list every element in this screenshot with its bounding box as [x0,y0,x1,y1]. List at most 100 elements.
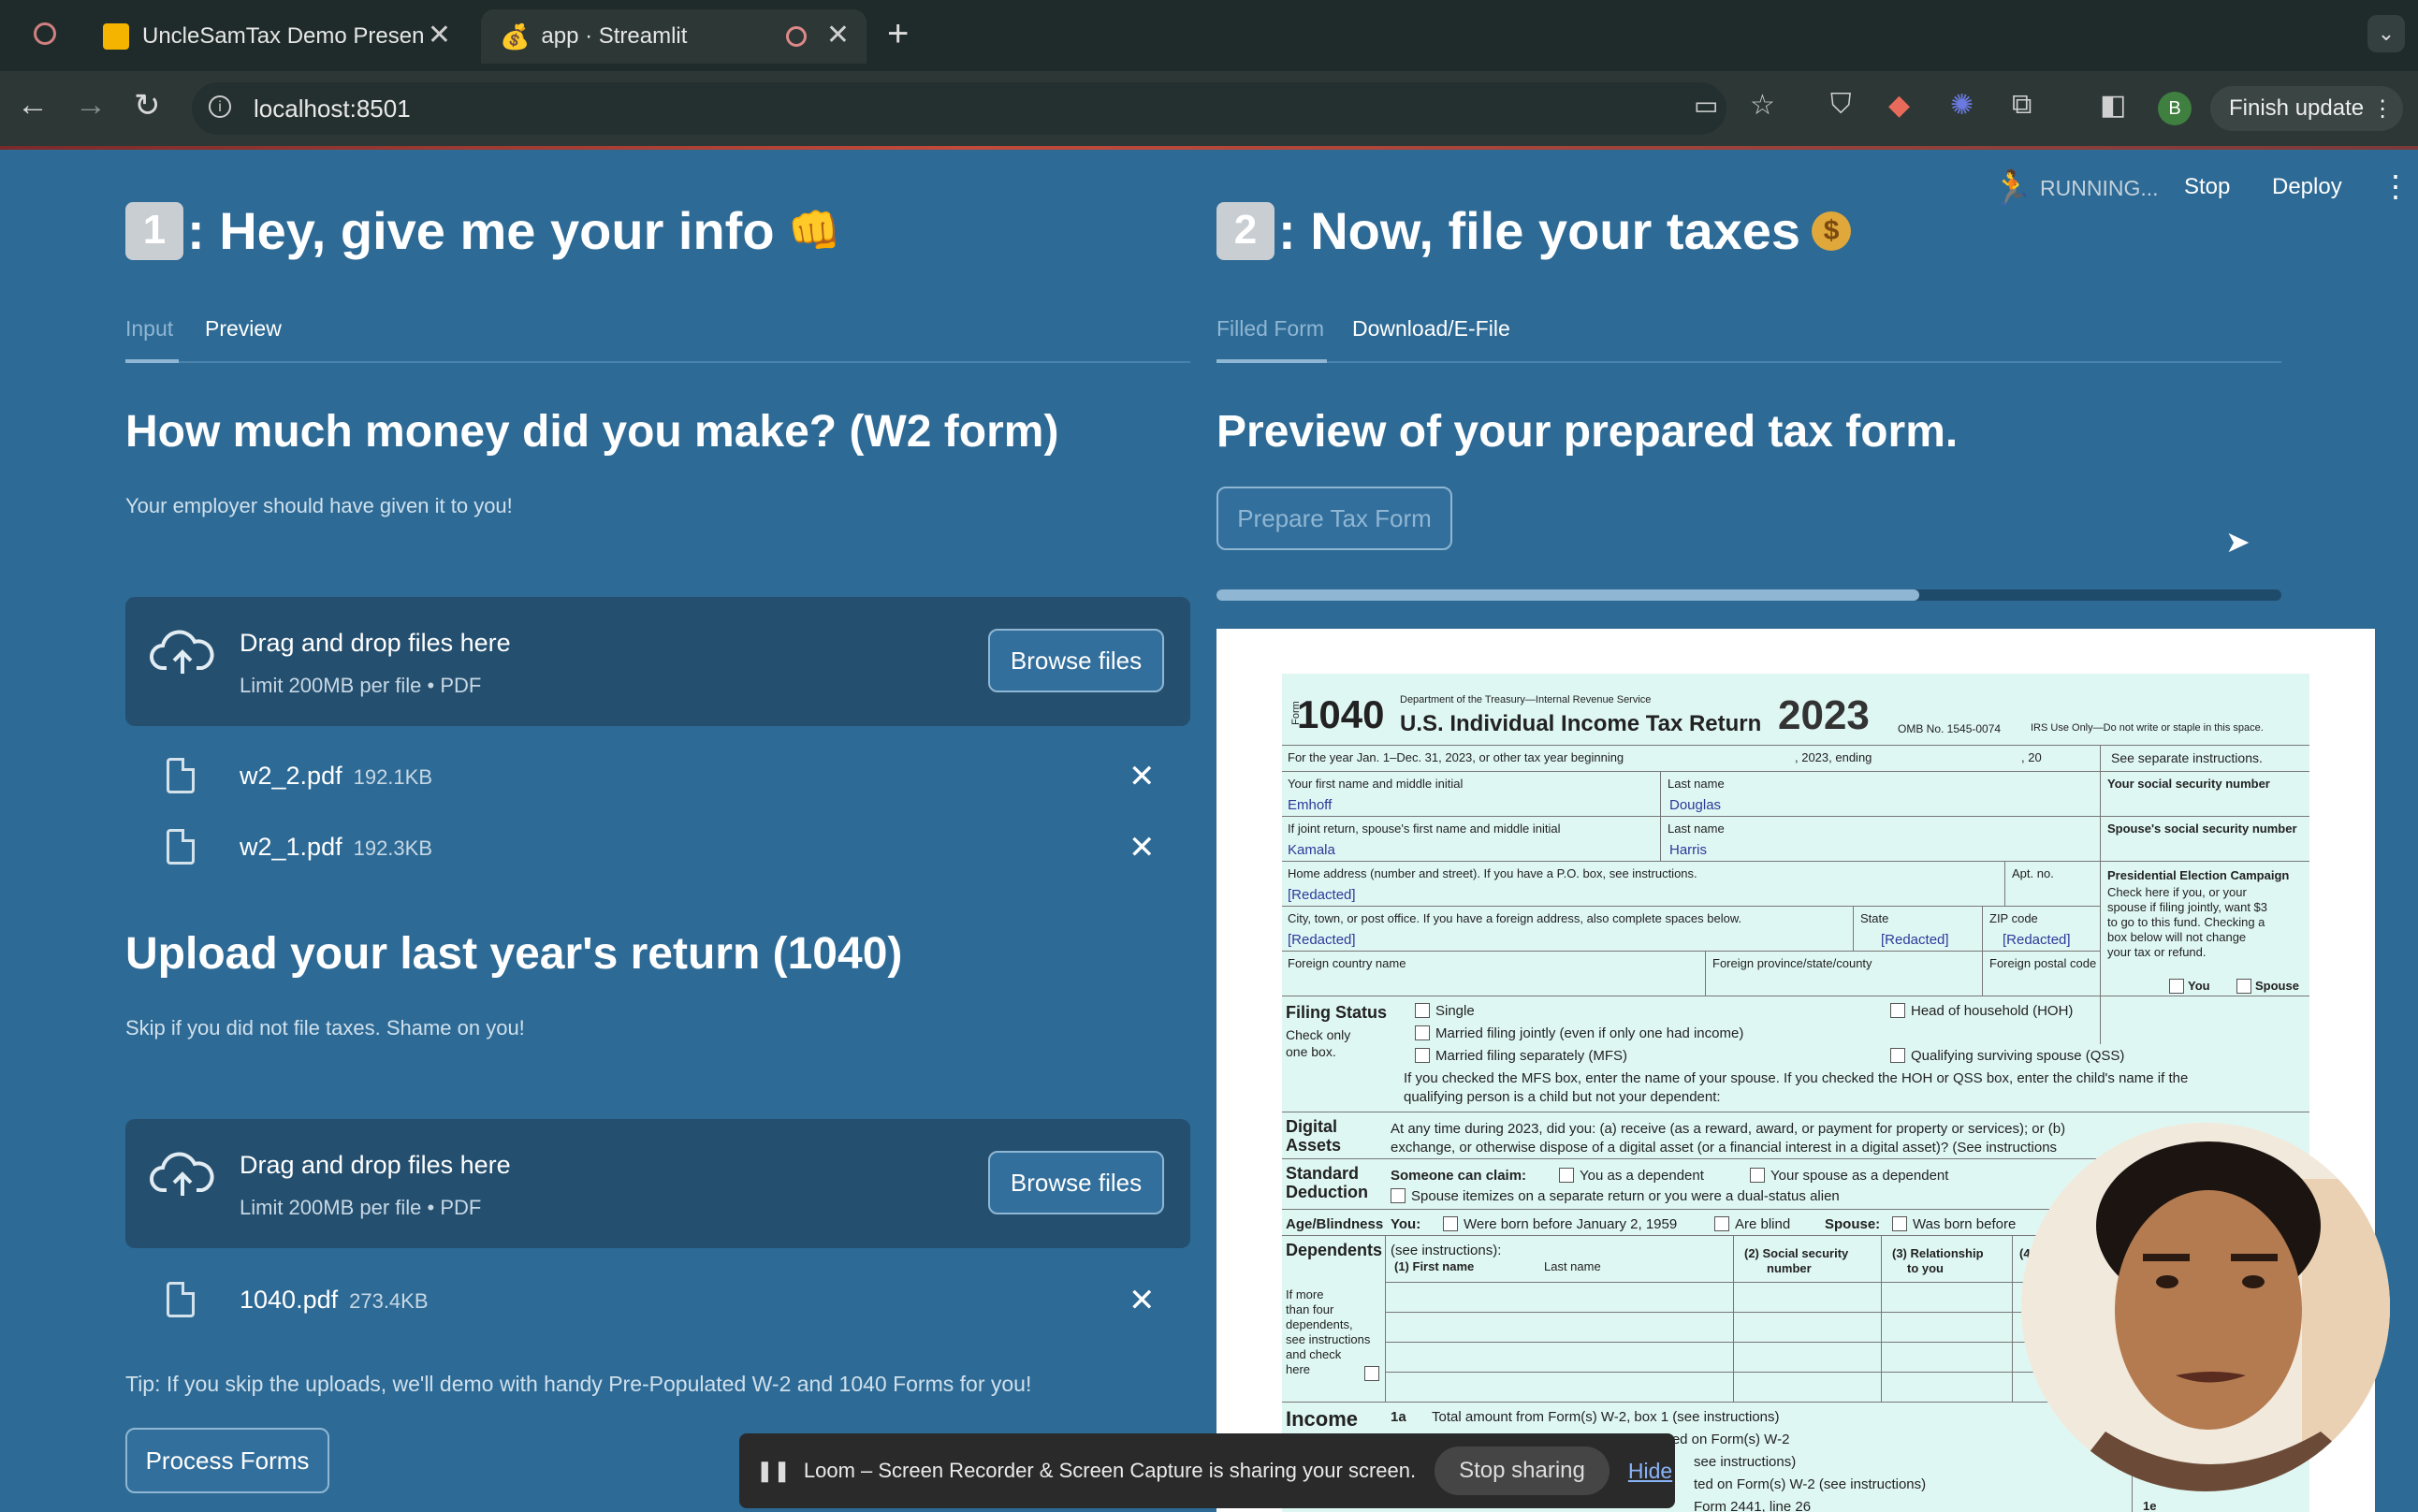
deploy-button[interactable]: Deploy [2272,174,2342,200]
file-icon [167,1282,195,1317]
close-icon[interactable]: ✕ [428,19,451,51]
drop-label: Drag and drop files here [240,1151,511,1179]
uploaded-file-row: w2_2.pdf 192.1KB ✕ [125,749,1190,805]
shield-extension-icon[interactable]: ⛉ [1830,89,1852,121]
running-status: RUNNING... [2040,176,2159,200]
stop-button[interactable]: Stop [2184,174,2230,200]
webcam-bubble [2021,1123,2390,1491]
process-forms-button[interactable]: Process Forms [125,1428,329,1493]
remove-file-icon[interactable]: ✕ [1129,758,1156,795]
side-panel-icon[interactable]: ◧ [2100,89,2126,122]
digital-assets-label: Digital [1286,1117,1338,1136]
first-name-label: Your first name and middle initial [1288,777,1464,791]
puzzle-extensions-icon[interactable]: ⧉ [2012,89,2032,121]
last-name-value: Douglas [1669,797,1722,813]
tab-streamlit[interactable]: 💰 app · Streamlit ✕ [481,9,867,64]
ending-text: , 2023, ending [1795,750,1872,764]
line-1a-text: Total amount from Form(s) W-2, box 1 (se… [1432,1409,1780,1425]
profile-avatar[interactable]: B [2158,92,2192,125]
digital-assets-label: Assets [1286,1136,1342,1155]
age-blindness-label: Age/Blindness [1286,1216,1384,1232]
stop-sharing-button[interactable]: Stop sharing [1435,1447,1610,1495]
site-info-icon[interactable]: i [209,95,231,118]
tab-filled-form[interactable]: Filled Form [1216,316,1324,342]
if-more-text: and check [1286,1347,1342,1361]
year-line: For the year Jan. 1–Dec. 31, 2023, or ot… [1288,750,1624,764]
province-label: Foreign province/state/county [1712,956,1872,970]
spouse-name-label: If joint return, spouse's first name and… [1288,821,1561,836]
file-name: w2_1.pdf [240,833,342,861]
comma20-text: , 20 [2021,750,2042,764]
f1040-file-uploader[interactable]: Drag and drop files here Limit 200MB per… [125,1119,1190,1248]
pec-spouse-label: Spouse [2255,979,2299,993]
fs-mfj-label: Married filing jointly (even if only one… [1435,1025,1744,1041]
finish-update-button[interactable]: Finish update ⋮ [2210,86,2403,131]
apt-label: Apt. no. [2012,866,2054,880]
tab-search-icon[interactable]: ⌄ [2367,15,2405,52]
you-dependent-label: You as a dependent [1580,1168,1704,1184]
f1040-caption: Skip if you did not file taxes. Shame on… [125,1016,525,1040]
hide-link[interactable]: Hide [1628,1459,1672,1484]
tab-underline [125,361,1190,363]
pec-text: to go to this fund. Checking a [2107,915,2265,929]
browse-files-button[interactable]: Browse files [988,1151,1164,1214]
w2-section-title: How much money did you make? (W2 form) [125,407,1059,457]
more-dependents-checkbox [1364,1366,1379,1381]
tab-unclesamtax[interactable]: UncleSamTax Demo Presenta ✕ [94,9,468,64]
forward-icon[interactable]: → [75,87,107,124]
if-more-text: see instructions [1286,1332,1371,1346]
moneybag-icon: 💰 [500,22,531,51]
fs-single-label: Single [1435,1003,1475,1019]
someone-can-claim: Someone can claim: [1391,1168,1527,1184]
progress-bar-track [1216,589,2281,601]
if-more-text: than four [1286,1302,1334,1316]
spouse-first-value: Kamala [1288,842,1335,858]
new-tab-icon[interactable]: + [887,13,909,55]
record-icon[interactable] [34,22,56,45]
loom-extension-icon[interactable]: ◆ [1888,89,1910,122]
dep-relationship-col: (3) Relationship [1892,1246,1984,1260]
close-icon[interactable]: ✕ [826,19,850,51]
dep-ssn-col: (2) Social security [1744,1246,1849,1260]
born-before-checkbox [1443,1216,1458,1231]
fs-note: If you checked the MFS box, enter the na… [1404,1070,2189,1086]
main-menu-icon[interactable]: ⋮ [2381,168,2411,204]
fs-hoh-checkbox [1890,1003,1905,1018]
line-1a-num: 1a [1391,1409,1406,1425]
slides-icon [103,23,129,50]
tab-download-efile[interactable]: Download/E-File [1352,316,1510,342]
prepare-tax-form-button[interactable]: Prepare Tax Form [1216,487,1452,550]
spouse-born-label: Was born before [1913,1216,2017,1232]
line-1e-num: 1e [2143,1499,2157,1512]
spouse-last-value: Harris [1669,842,1707,858]
spouse-born-checkbox [1892,1216,1907,1231]
handshake-icon: 👊 [787,206,841,254]
dep-ssn-col: number [1767,1261,1812,1275]
address-value: [Redacted] [1288,887,1356,903]
sharing-text: Loom – Screen Recorder & Screen Capture … [803,1459,1417,1482]
tab-input[interactable]: Input [125,316,173,342]
remove-file-icon[interactable]: ✕ [1129,829,1156,866]
form-title: U.S. Individual Income Tax Return [1400,711,1762,736]
uploaded-file-row: w2_1.pdf 192.3KB ✕ [125,820,1190,876]
w2-file-uploader[interactable]: Drag and drop files here Limit 200MB per… [125,597,1190,726]
zip-value: [Redacted] [2003,932,2071,948]
pause-icon[interactable]: ❚❚ [756,1459,791,1483]
fs-note: qualifying person is a child but not you… [1404,1089,1721,1105]
camera-icon[interactable]: ▭ [1694,90,1718,121]
file-icon [167,758,195,793]
bookmark-star-icon[interactable]: ☆ [1750,89,1775,122]
address-bar[interactable]: i localhost:8501 ▭ [192,82,1726,135]
file-size: 273.4KB [349,1289,429,1313]
colorful-extension-icon[interactable]: ✺ [1950,89,1974,122]
cloud-upload-icon [150,1149,215,1205]
back-icon[interactable]: ← [17,87,49,124]
if-more-text: here [1286,1362,1311,1376]
tab-preview[interactable]: Preview [205,316,282,342]
remove-file-icon[interactable]: ✕ [1129,1282,1156,1319]
check-only-text: Check only [1286,1027,1351,1042]
city-value: [Redacted] [1288,932,1356,948]
reload-icon[interactable]: ↻ [134,87,161,124]
browse-files-button[interactable]: Browse files [988,629,1164,692]
if-more-text: If more [1286,1287,1324,1301]
